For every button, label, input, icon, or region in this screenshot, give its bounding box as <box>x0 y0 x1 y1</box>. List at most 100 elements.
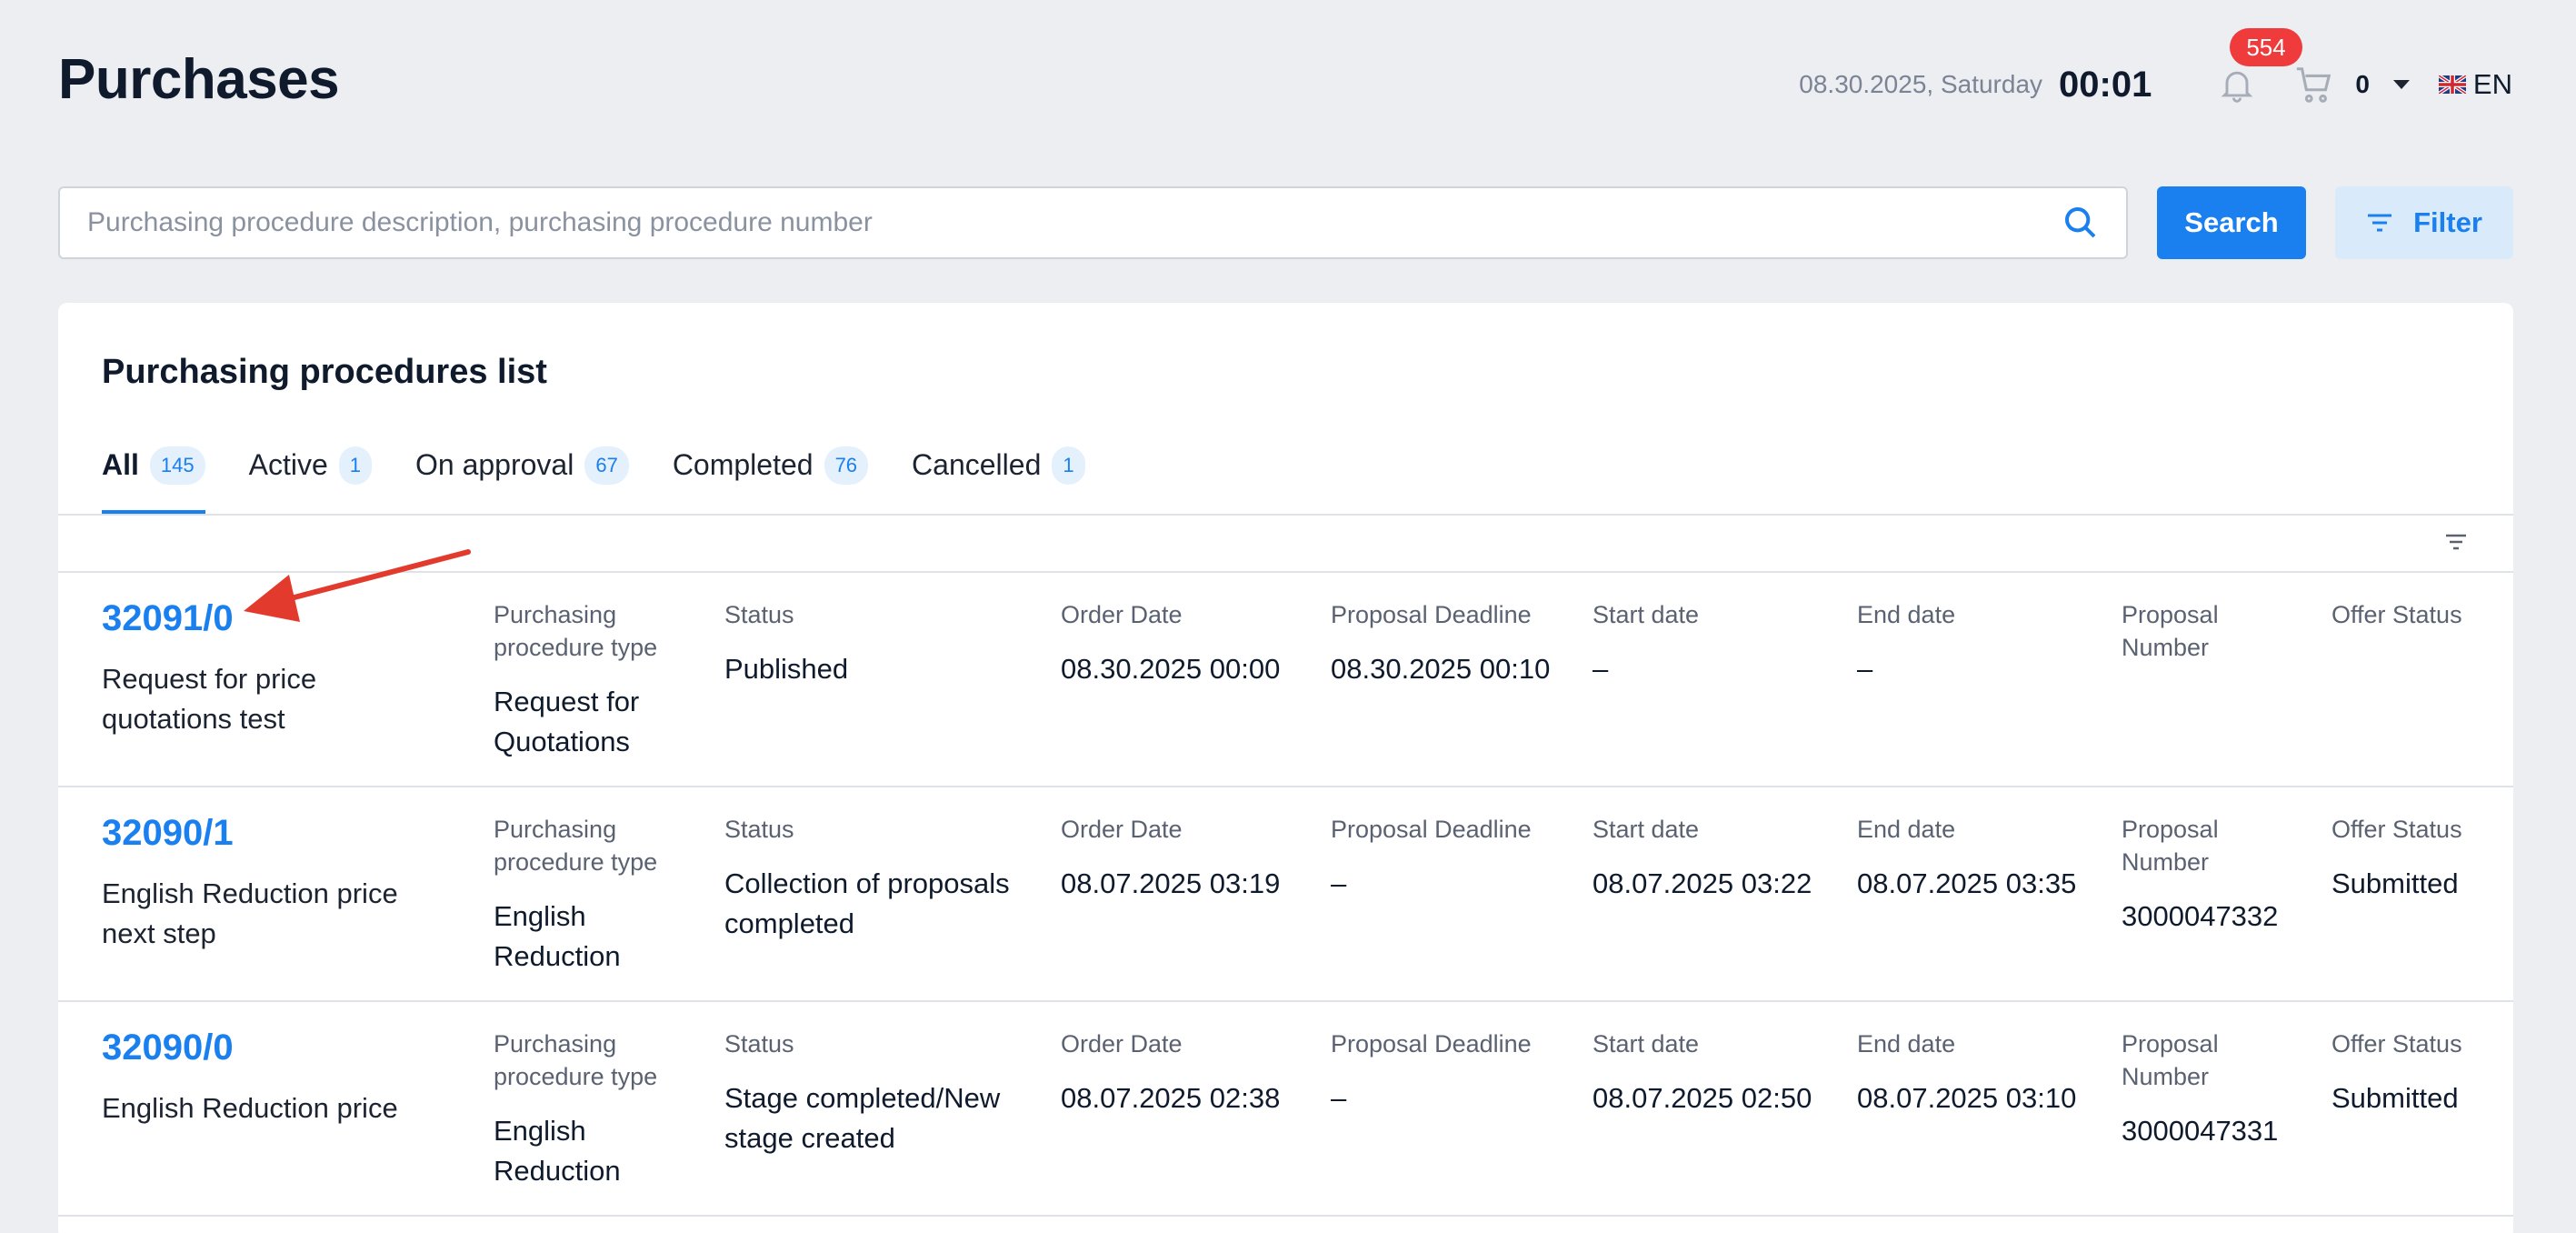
status-value: Published <box>724 653 849 685</box>
proposal-number-cell: Proposal Number <box>2122 598 2303 682</box>
column-settings-icon[interactable] <box>2444 532 2468 552</box>
proposal-number-label: Proposal Number <box>2122 816 2219 876</box>
tab-cancelled[interactable]: Cancelled 1 <box>912 446 1085 514</box>
deadline-value: – <box>1331 867 1347 899</box>
header-date: 08.30.2025, Saturday <box>1799 70 2043 98</box>
filter-icon <box>2368 214 2392 232</box>
procedure-cell: 32090/0 English Reduction price <box>102 1028 447 1128</box>
table-row: 32090/0 English Reduction price Purchasi… <box>58 1002 2513 1217</box>
status-label: Status <box>724 816 794 843</box>
end-date-cell: End date 08.07.2025 03:10 <box>1857 1028 2102 1118</box>
deadline-cell: Proposal Deadline – <box>1331 813 1576 904</box>
search-button[interactable]: Search <box>2157 186 2306 259</box>
notifications-badge: 554 <box>2230 28 2302 66</box>
cart-button[interactable] <box>2293 64 2335 105</box>
status-tabs: All 145 Active 1 On approval 67 Complete… <box>102 446 1129 514</box>
order-date-label: Order Date <box>1061 816 1183 843</box>
order-date-label: Order Date <box>1061 601 1183 628</box>
tab-on-approval[interactable]: On approval 67 <box>415 446 629 514</box>
procedure-number-link[interactable]: 32091/0 <box>102 598 447 639</box>
search-box <box>58 186 2128 259</box>
page-title: Purchases <box>58 48 340 111</box>
end-date-cell: End date 08.07.2025 03:35 <box>1857 813 2102 904</box>
search-icon[interactable] <box>2062 205 2099 241</box>
proposal-number-cell: Proposal Number 3000047332 <box>2122 813 2303 937</box>
header-time: 00:01 <box>2059 64 2152 105</box>
type-label: Purchasing procedure type <box>494 816 658 876</box>
procedure-number-link[interactable]: 32090/0 <box>102 1028 447 1068</box>
start-date-value: 08.07.2025 02:50 <box>1593 1082 1812 1114</box>
status-value: Collection of proposals completed <box>724 867 1010 939</box>
status-label: Status <box>724 601 794 628</box>
table-row: 32091/0 Request for price quotations tes… <box>58 573 2513 787</box>
tab-label: Completed <box>672 448 814 481</box>
tab-count-badge: 76 <box>824 446 869 485</box>
type-cell: Purchasing procedure type Request for Qu… <box>494 598 712 762</box>
end-date-cell: End date – <box>1857 598 2102 689</box>
end-date-value: 08.07.2025 03:10 <box>1857 1082 2077 1114</box>
tabs-divider <box>58 514 2513 516</box>
filter-button-label: Filter <box>2413 206 2482 238</box>
offer-status-label: Offer Status <box>2331 601 2462 628</box>
proposal-number-value: 3000047332 <box>2122 900 2279 932</box>
procedures-card: Purchasing procedures list All 145 Activ… <box>58 303 2513 1233</box>
offer-status-label: Offer Status <box>2331 1030 2462 1058</box>
offer-status-value: Submitted <box>2331 867 2459 899</box>
order-date-cell: Order Date 08.07.2025 02:38 <box>1061 1028 1306 1118</box>
procedure-number-link[interactable]: 32090/1 <box>102 813 447 854</box>
tab-label: Active <box>248 448 328 481</box>
status-cell: Status Collection of proposals completed <box>724 813 1033 944</box>
procedures-table: 32091/0 Request for price quotations tes… <box>58 573 2513 1217</box>
language-selector[interactable]: EN <box>2473 68 2512 101</box>
procedure-cell: 32091/0 Request for price quotations tes… <box>102 598 447 739</box>
filter-button[interactable]: Filter <box>2335 186 2513 259</box>
status-label: Status <box>724 1030 794 1058</box>
proposal-number-cell: Proposal Number 3000047331 <box>2122 1028 2303 1151</box>
type-label: Purchasing procedure type <box>494 1030 658 1090</box>
cart-count: 0 <box>2355 70 2370 98</box>
procedure-description: English Reduction price next step <box>102 877 398 949</box>
offer-status-cell: Offer Status Submitted <box>2331 813 2504 904</box>
tab-completed[interactable]: Completed 76 <box>672 446 869 514</box>
offer-status-cell: Offer Status Submitted <box>2331 1028 2504 1118</box>
proposal-number-label: Proposal Number <box>2122 601 2219 661</box>
tab-all[interactable]: All 145 <box>102 446 205 514</box>
tab-count-badge: 1 <box>338 446 372 485</box>
end-date-label: End date <box>1857 1030 1956 1058</box>
type-cell: Purchasing procedure type English Reduct… <box>494 813 712 977</box>
start-date-value: 08.07.2025 03:22 <box>1593 867 1812 899</box>
order-date-cell: Order Date 08.07.2025 03:19 <box>1061 813 1306 904</box>
type-value: Request for Quotations <box>494 686 640 757</box>
order-date-value: 08.30.2025 00:00 <box>1061 653 1281 685</box>
offer-status-cell: Offer Status <box>2331 598 2504 649</box>
uk-flag-icon[interactable] <box>2438 75 2466 94</box>
status-cell: Status Published <box>724 598 1033 689</box>
end-date-label: End date <box>1857 816 1956 843</box>
end-date-label: End date <box>1857 601 1956 628</box>
deadline-value: 08.30.2025 00:10 <box>1331 653 1551 685</box>
proposal-number-value: 3000047331 <box>2122 1115 2279 1147</box>
notifications-button[interactable]: 554 <box>2217 28 2302 105</box>
procedure-description: Request for price quotations test <box>102 663 317 735</box>
end-date-value: – <box>1857 653 1873 685</box>
type-value: English Reduction <box>494 1115 621 1187</box>
tab-label: Cancelled <box>912 448 1042 481</box>
tab-active[interactable]: Active 1 <box>248 446 372 514</box>
search-input[interactable] <box>87 207 2062 238</box>
tab-count-badge: 145 <box>149 446 205 485</box>
order-date-cell: Order Date 08.30.2025 00:00 <box>1061 598 1306 689</box>
start-date-label: Start date <box>1593 816 1700 843</box>
start-date-label: Start date <box>1593 1030 1700 1058</box>
proposal-number-label: Proposal Number <box>2122 1030 2219 1090</box>
cart-icon <box>2297 67 2331 103</box>
procedure-description: English Reduction price <box>102 1092 398 1124</box>
deadline-label: Proposal Deadline <box>1331 816 1532 843</box>
cart-dropdown-chevron-down-icon[interactable] <box>2392 80 2410 89</box>
header-toolbar: 08.30.2025, Saturday 00:01 554 0 EN <box>1799 28 2512 116</box>
deadline-value: – <box>1331 1082 1347 1114</box>
start-date-cell: Start date – <box>1593 598 1838 689</box>
order-date-value: 08.07.2025 02:38 <box>1061 1082 1281 1114</box>
tab-label: On approval <box>415 448 574 481</box>
procedure-cell: 32090/1 English Reduction price next ste… <box>102 813 447 954</box>
status-cell: Status Stage completed/New stage created <box>724 1028 1033 1158</box>
